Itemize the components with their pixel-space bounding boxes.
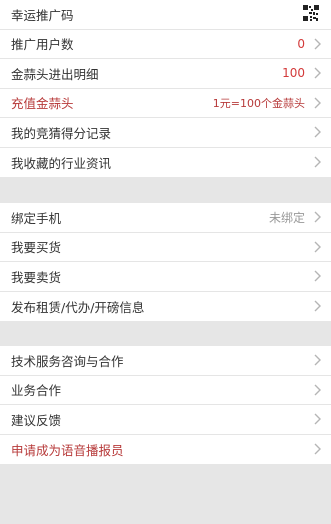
tech-service-consult-row[interactable]: 技术服务咨询与合作 [0, 346, 331, 376]
chevron-right-icon [311, 269, 323, 283]
row-label: 绑定手机 [11, 210, 62, 226]
promoted-users-row[interactable]: 推广用户数 0 [0, 30, 331, 59]
chevron-right-icon [311, 125, 323, 139]
gold-garlic-balance: 100 [282, 66, 305, 81]
row-label: 申请成为语音播报员 [11, 442, 124, 458]
row-label: 我的竞猜得分记录 [11, 125, 112, 141]
quiz-score-history-row[interactable]: 我的竞猜得分记录 [0, 118, 331, 148]
row-label: 金蒜头进出明细 [11, 66, 99, 82]
settings-group-trade: 绑定手机 未绑定 我要买货 我要卖货 发布租赁/代办/开磅信息 [0, 203, 331, 321]
chevron-right-icon [311, 96, 323, 110]
row-label: 我收藏的行业资讯 [11, 155, 112, 171]
row-label: 幸运推广码 [11, 7, 74, 23]
chevron-right-icon [311, 299, 323, 313]
chevron-right-icon [311, 66, 323, 80]
row-label: 充值金蒜头 [11, 96, 74, 112]
row-label: 我要买货 [11, 240, 62, 256]
row-label: 推广用户数 [11, 37, 74, 53]
bottom-background [0, 464, 331, 524]
sell-goods-row[interactable]: 我要卖货 [0, 262, 331, 292]
chevron-right-icon [311, 412, 323, 426]
gold-garlic-ledger-row[interactable]: 金蒜头进出明细 100 [0, 59, 331, 89]
chevron-right-icon [311, 353, 323, 367]
publish-rental-info-row[interactable]: 发布租赁/代办/开磅信息 [0, 292, 331, 322]
bind-phone-row[interactable]: 绑定手机 未绑定 [0, 203, 331, 233]
apply-voice-announcer-row[interactable]: 申请成为语音播报员 [0, 435, 331, 465]
feedback-row[interactable]: 建议反馈 [0, 405, 331, 435]
chevron-right-icon [311, 37, 323, 51]
chevron-right-icon [311, 442, 323, 456]
exchange-rate-text: 1元=100个金蒜头 [212, 96, 305, 110]
row-label: 发布租赁/代办/开磅信息 [11, 299, 145, 315]
chevron-right-icon [311, 240, 323, 254]
settings-group-service: 技术服务咨询与合作 业务合作 建议反馈 申请成为语音播报员 [0, 346, 331, 464]
phone-bind-status: 未绑定 [268, 210, 305, 225]
lucky-promo-code-row[interactable]: 幸运推广码 [0, 0, 331, 30]
promoted-users-count: 0 [297, 36, 305, 51]
row-label: 我要卖货 [11, 269, 62, 285]
row-label: 业务合作 [11, 383, 62, 399]
business-cooperation-row[interactable]: 业务合作 [0, 376, 331, 405]
row-label: 建议反馈 [11, 412, 62, 428]
chevron-right-icon [311, 155, 323, 169]
row-label: 技术服务咨询与合作 [11, 353, 124, 369]
saved-industry-news-row[interactable]: 我收藏的行业资讯 [0, 148, 331, 178]
qr-code-icon[interactable] [303, 4, 323, 24]
chevron-right-icon [311, 383, 323, 397]
recharge-gold-garlic-row[interactable]: 充值金蒜头 1元=100个金蒜头 [0, 89, 331, 118]
settings-group-account: 幸运推广码 推广用户数 0 金蒜头进出明细 100 充值金蒜头 1元=100个金… [0, 0, 331, 177]
buy-goods-row[interactable]: 我要买货 [0, 233, 331, 262]
chevron-right-icon [311, 210, 323, 224]
